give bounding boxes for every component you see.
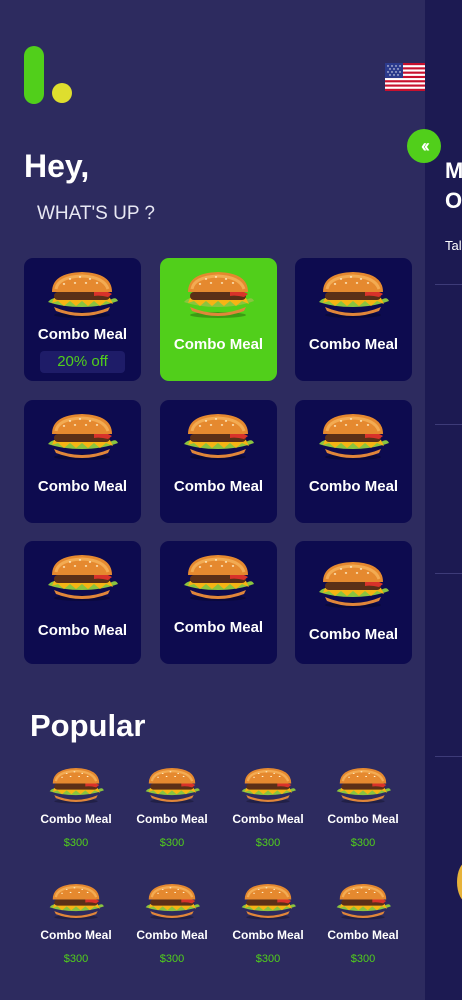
popular-item-1[interactable]: Combo Meal $300 [31,765,121,860]
category-tile-7[interactable]: Combo Meal [24,541,141,664]
burger-icon [178,552,258,602]
burger-icon [332,881,394,921]
discount-badge: 20% off [40,351,125,373]
category-label: Combo Meal [308,626,399,643]
popular-item-name: Combo Meal [232,812,304,826]
burger-icon [42,269,122,319]
popular-heading: Popular [30,708,146,743]
burger-icon [45,881,107,921]
burger-icon [237,765,299,805]
popular-item-price: $300 [255,837,281,849]
app-logo [24,46,84,106]
category-tile-2[interactable]: Combo Meal [160,258,277,381]
popular-item-3[interactable]: Combo Meal $300 [223,765,313,860]
popular-item-price: $300 [350,837,376,849]
burger-icon [237,881,299,921]
category-label: Combo Meal [37,478,128,495]
category-tile-1[interactable]: Combo Meal 20% off [24,258,141,381]
popular-item-8[interactable]: Combo Meal $300 [318,881,408,976]
popular-item-price: $300 [159,953,185,965]
category-label: Combo Meal [173,336,264,353]
category-label: Combo Meal [308,336,399,353]
category-tile-6[interactable]: Combo Meal [295,400,412,523]
burger-icon [42,411,122,461]
burger-icon [45,765,107,805]
popular-item-price: $300 [159,837,185,849]
us-flag-icon[interactable] [385,63,425,91]
burger-icon [141,765,203,805]
logo-bar [24,46,44,104]
burger-icon [141,881,203,921]
double-chevron-left-icon: ‹‹ [421,135,430,156]
popular-item-price: $300 [63,953,89,965]
popular-item-name: Combo Meal [136,812,208,826]
category-label: Combo Meal [308,478,399,495]
popular-item-name: Combo Meal [40,928,112,942]
popular-item-4[interactable]: Combo Meal $300 [318,765,408,860]
popular-item-2[interactable]: Combo Meal $300 [127,765,217,860]
logo-dot [52,83,72,103]
category-label: Combo Meal [37,326,128,343]
main-panel: Hey, WHAT'S UP ? Combo Meal 20% off Comb… [0,0,425,1000]
popular-item-name: Combo Meal [327,928,399,942]
divider [435,573,462,574]
category-tile-5[interactable]: Combo Meal [160,400,277,523]
burger-icon [178,269,258,319]
side-panel-subtitle: Tal [445,238,462,253]
burger-icon [313,269,393,319]
collapse-panel-button[interactable]: ‹‹ [407,129,441,163]
category-tile-3[interactable]: Combo Meal [295,258,412,381]
popular-item-price: $300 [63,837,89,849]
greeting-subtitle: WHAT'S UP ? [37,203,155,224]
side-panel-item-image [457,862,462,902]
burger-icon [332,765,394,805]
category-label: Combo Meal [173,478,264,495]
divider [435,756,462,757]
popular-item-name: Combo Meal [232,928,304,942]
popular-item-5[interactable]: Combo Meal $300 [31,881,121,976]
category-label: Combo Meal [173,619,264,636]
popular-item-name: Combo Meal [327,812,399,826]
popular-item-price: $300 [350,953,376,965]
category-label: Combo Meal [37,622,128,639]
category-tile-8[interactable]: Combo Meal [160,541,277,664]
popular-item-name: Combo Meal [40,812,112,826]
popular-item-price: $300 [255,953,281,965]
popular-item-7[interactable]: Combo Meal $300 [223,881,313,976]
greeting-title: Hey, [24,148,90,184]
burger-icon [42,552,122,602]
burger-icon [178,411,258,461]
burger-icon [313,411,393,461]
category-tile-4[interactable]: Combo Meal [24,400,141,523]
divider [435,284,462,285]
divider [435,424,462,425]
side-panel-title: M O [445,158,462,213]
burger-icon [313,559,393,609]
category-tile-9[interactable]: Combo Meal [295,541,412,664]
popular-item-name: Combo Meal [136,928,208,942]
popular-item-6[interactable]: Combo Meal $300 [127,881,217,976]
